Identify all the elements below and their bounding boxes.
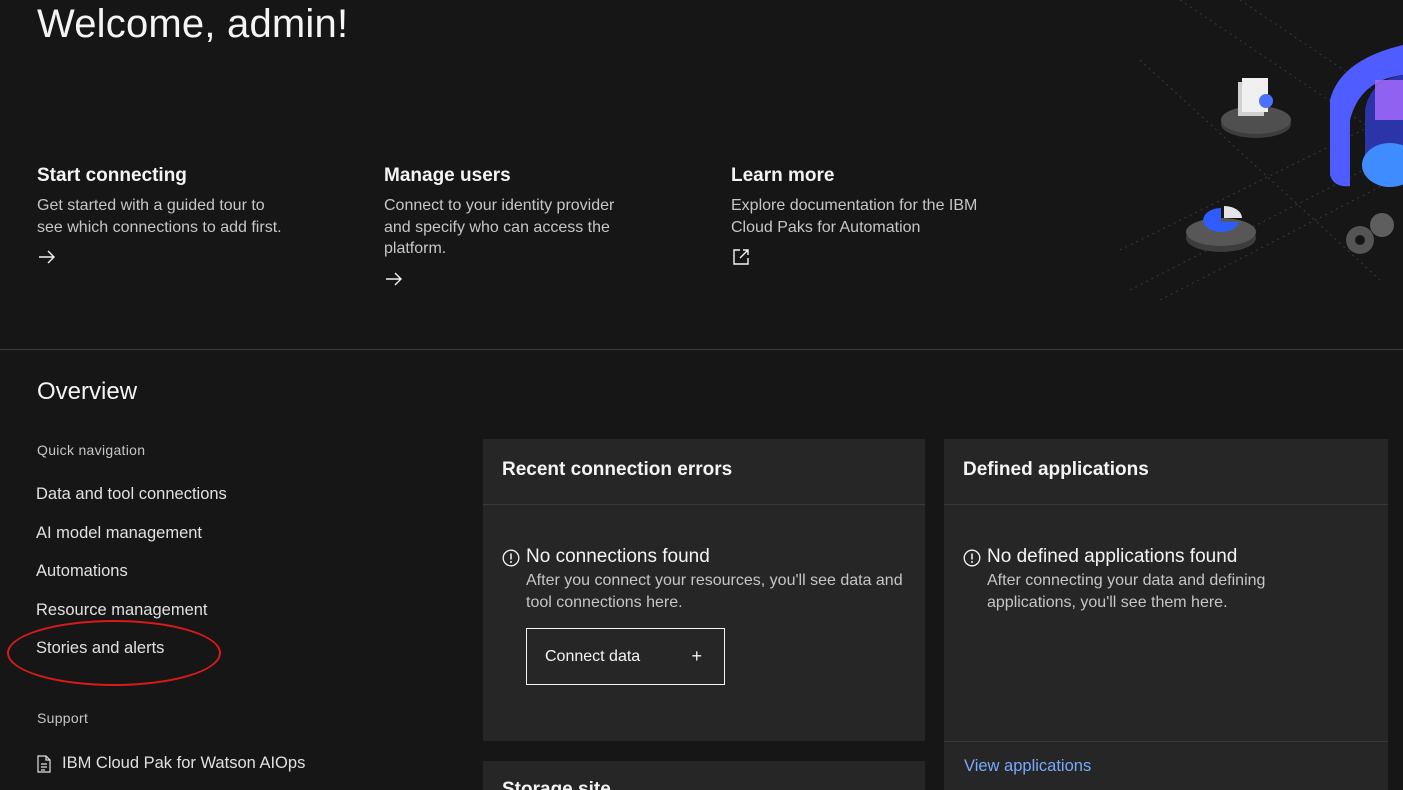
tile-title: Learn more: [731, 165, 835, 186]
card-title: Recent connection errors: [483, 439, 925, 505]
illustration-image: [1120, 0, 1403, 300]
card-footer-divider: [944, 741, 1388, 742]
connect-data-button[interactable]: Connect data +: [526, 628, 725, 685]
warning-icon: [963, 549, 981, 567]
quick-navigation-label: Quick navigation: [37, 442, 146, 458]
welcome-banner: Welcome, admin! Start connecting Get sta…: [0, 0, 1403, 349]
card-title: Defined applications: [944, 439, 1388, 505]
empty-state-title: No defined applications found: [987, 546, 1238, 567]
tile-description: Connect to your identity provider and sp…: [384, 197, 615, 257]
button-label: Connect data: [545, 647, 641, 665]
tile-start-connecting[interactable]: Start connecting Get started with a guid…: [37, 165, 337, 274]
launch-icon[interactable]: [731, 247, 753, 269]
empty-state: No defined applications found After conn…: [963, 546, 1373, 613]
tile-manage-users[interactable]: Manage users Connect to your identity pr…: [384, 165, 684, 296]
nav-item-ai-model-management[interactable]: AI model management: [36, 524, 227, 563]
nav-item-stories-and-alerts[interactable]: Stories and alerts: [36, 639, 227, 678]
page-title: Welcome, admin!: [37, 2, 349, 46]
tile-learn-more[interactable]: Learn more Explore documentation for the…: [731, 165, 1031, 274]
arrow-right-icon[interactable]: [384, 269, 406, 291]
empty-state: No connections found After you connect y…: [502, 546, 912, 613]
warning-icon: [502, 549, 520, 567]
nav-item-data-and-tool-connections[interactable]: Data and tool connections: [36, 485, 227, 524]
support-link-watson-aiops[interactable]: IBM Cloud Pak for Watson AIOps: [36, 754, 305, 773]
empty-state-title: No connections found: [526, 546, 710, 567]
defined-applications-card: Defined applications No defined applicat…: [944, 439, 1388, 790]
tile-title: Manage users: [384, 165, 511, 186]
view-applications-link[interactable]: View applications: [964, 757, 1091, 776]
card-title: Storage site: [502, 779, 611, 790]
storage-site-card: Storage site: [483, 761, 925, 790]
tile-description: Get started with a guided tour to see wh…: [37, 197, 282, 236]
add-icon: +: [691, 646, 702, 666]
tile-title: Start connecting: [37, 165, 187, 186]
empty-state-description: After you connect your resources, you'll…: [526, 572, 903, 611]
document-icon: [37, 754, 51, 773]
section-divider: [0, 349, 1403, 350]
nav-item-automations[interactable]: Automations: [36, 562, 227, 601]
quick-navigation-list: Data and tool connections AI model manag…: [36, 485, 227, 678]
arrow-right-icon[interactable]: [37, 247, 59, 269]
support-link-label: IBM Cloud Pak for Watson AIOps: [62, 754, 306, 772]
tile-description: Explore documentation for the IBM Cloud …: [731, 197, 978, 236]
support-label: Support: [37, 710, 89, 726]
empty-state-description: After connecting your data and defining …: [987, 572, 1266, 611]
overview-heading: Overview: [37, 378, 138, 405]
recent-connection-errors-card: Recent connection errors No connections …: [483, 439, 925, 741]
nav-item-resource-management[interactable]: Resource management: [36, 601, 227, 640]
